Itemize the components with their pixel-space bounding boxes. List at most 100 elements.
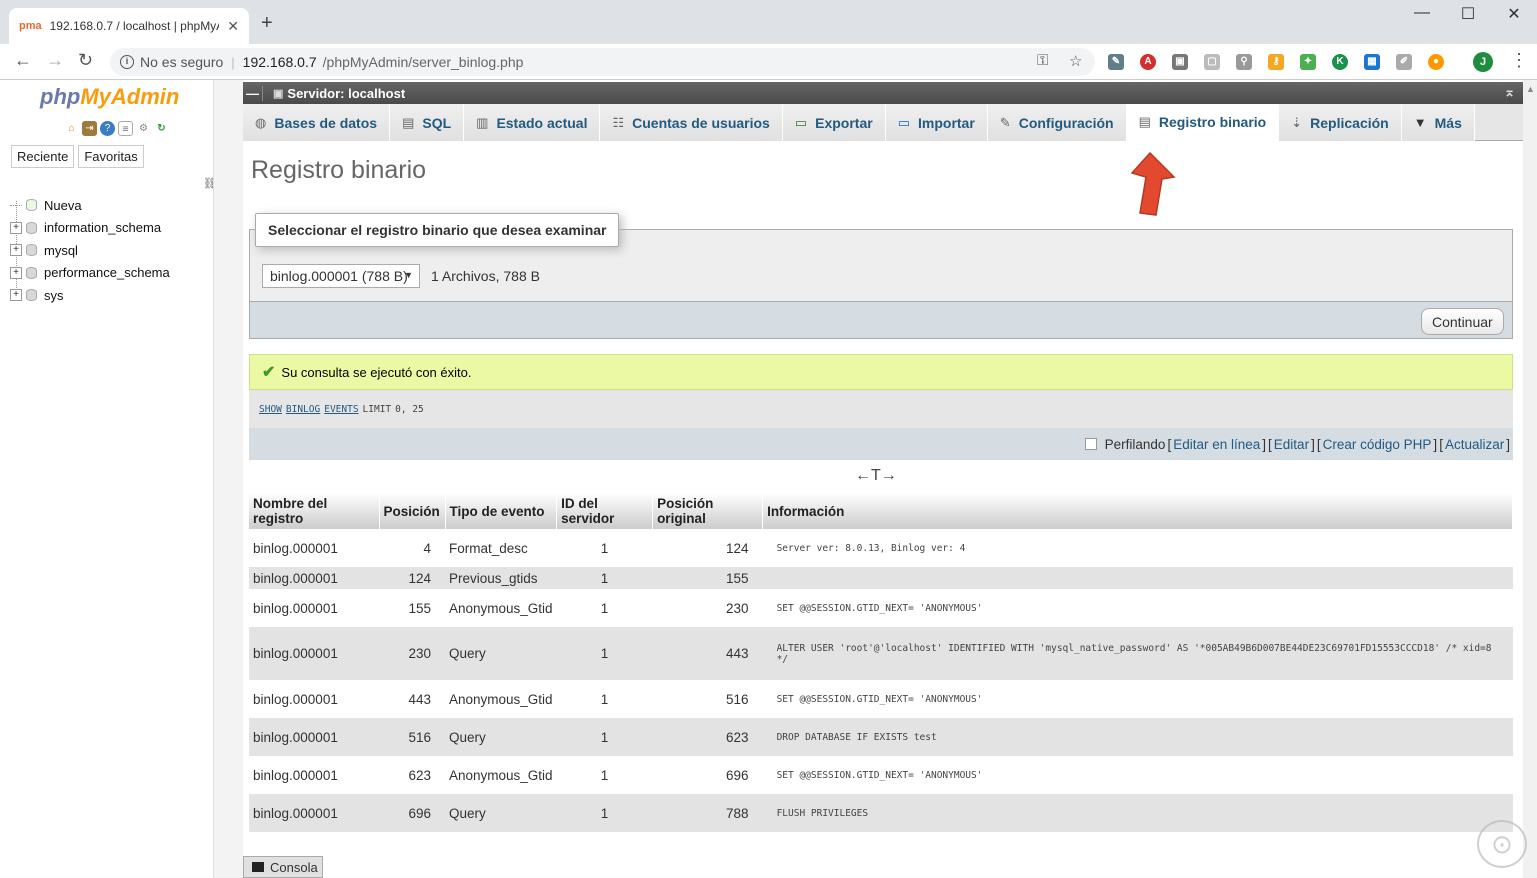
table-header-row: Nombre del registro Posición Tipo de eve… xyxy=(249,493,1513,529)
column-header-server-id[interactable]: ID del servidor xyxy=(556,493,654,529)
sql-keyword-link[interactable]: SHOW xyxy=(259,404,282,415)
reload-nav-icon[interactable]: ↻ xyxy=(154,121,169,136)
info-icon[interactable]: i xyxy=(120,55,134,69)
tab-binary-log[interactable]: ▤ Registro binario xyxy=(1126,104,1280,141)
extension-9-icon[interactable]: ▦ xyxy=(1364,54,1380,70)
cell-position: 230 xyxy=(379,627,445,680)
binlog-select-value: binlog.000001 (788 B) xyxy=(270,268,408,284)
extension-5-icon[interactable]: ⚲ xyxy=(1236,54,1252,70)
cell-log-name: binlog.000001 xyxy=(249,794,379,832)
column-header-event-type[interactable]: Tipo de evento xyxy=(445,493,558,529)
tab-import[interactable]: ▭ Importar xyxy=(885,104,988,141)
tree-item-sys[interactable]: + sys xyxy=(10,284,170,307)
console-toggle[interactable]: Consola xyxy=(243,856,323,878)
binlog-select[interactable]: binlog.000001 (788 B) ▼ xyxy=(262,264,420,288)
tab-replication[interactable]: ⇣ Replicación xyxy=(1279,104,1402,141)
tree-item-information-schema[interactable]: + information_schema xyxy=(10,217,170,240)
column-header-info[interactable]: Información xyxy=(762,493,1513,529)
phpmyadmin-logo[interactable]: phpMyAdmin xyxy=(40,84,179,110)
column-resize-toggle[interactable]: ←T→ xyxy=(855,467,897,485)
maximize-window-button[interactable]: ☐ xyxy=(1445,4,1491,28)
database-tree: Nueva + information_schema + mysql + per… xyxy=(10,194,170,307)
table-row: binlog.000001 623 Anonymous_Gtid 1 696 S… xyxy=(249,756,1513,794)
edit-link[interactable]: Editar xyxy=(1274,437,1309,452)
refresh-link[interactable]: Actualizar xyxy=(1445,437,1504,452)
collapse-nav-button[interactable]: — xyxy=(243,85,263,101)
profiling-checkbox[interactable] xyxy=(1084,438,1097,450)
tab-more[interactable]: ▼ Más xyxy=(1401,104,1475,141)
server-breadcrumb[interactable]: Servidor: localhost xyxy=(287,86,405,101)
profile-avatar[interactable]: J xyxy=(1473,52,1493,72)
tree-item-performance-schema[interactable]: + performance_schema xyxy=(10,262,170,285)
navigation-resizer[interactable] xyxy=(213,80,243,878)
expand-icon[interactable]: + xyxy=(10,221,22,234)
security-indicator[interactable]: No es seguro xyxy=(140,54,223,70)
sql-keyword-link[interactable]: BINLOG xyxy=(286,404,320,415)
close-window-button[interactable]: ✕ xyxy=(1491,4,1537,28)
caret-down-icon: ▼ xyxy=(1413,115,1427,130)
console-label: Consola xyxy=(270,859,318,875)
expand-icon[interactable]: + xyxy=(10,289,22,302)
nav-tab-favorites[interactable]: Favoritas xyxy=(78,145,144,168)
settings-gear-icon[interactable]: ⚙ xyxy=(136,121,151,136)
extension-11-icon[interactable]: ● xyxy=(1428,54,1444,70)
column-header-end-position[interactable]: Posición original xyxy=(652,493,764,529)
bracket-open: [ xyxy=(1316,436,1321,452)
extension-4-icon[interactable]: ▢ xyxy=(1204,54,1220,70)
new-tab-button[interactable]: + xyxy=(261,12,273,35)
tree-item-label[interactable]: performance_schema xyxy=(44,265,170,280)
column-header-position[interactable]: Posición xyxy=(379,493,446,529)
extension-1-icon[interactable]: ✎ xyxy=(1108,54,1124,70)
expand-icon[interactable]: + xyxy=(10,244,22,257)
minimize-window-button[interactable]: — xyxy=(1399,4,1445,28)
back-button[interactable]: ← xyxy=(14,50,32,71)
tab-label: Bases de datos xyxy=(274,114,378,131)
adblock-icon[interactable]: A xyxy=(1140,54,1156,70)
page-scrollbar[interactable]: ▲ xyxy=(1523,80,1537,878)
key-icon[interactable]: ⚿ xyxy=(1037,52,1048,69)
reload-button[interactable]: ↻ xyxy=(78,50,93,71)
tree-item-new[interactable]: Nueva xyxy=(10,194,170,217)
tab-export[interactable]: ▭ Exportar xyxy=(782,104,886,141)
browser-tab[interactable]: pma 192.168.0.7 / localhost | phpMyA ✕ xyxy=(9,8,249,44)
cell-server-id: 1 xyxy=(556,794,653,832)
extension-3-icon[interactable]: ▣ xyxy=(1172,54,1188,70)
tab-databases[interactable]: ◍ Bases de datos xyxy=(243,104,391,141)
extension-7-icon[interactable]: ✦ xyxy=(1300,54,1316,70)
tab-settings[interactable]: ✎ Configuración xyxy=(987,104,1127,141)
tree-item-label[interactable]: sys xyxy=(44,288,64,303)
docs-icon[interactable]: ≡ xyxy=(118,121,133,136)
tree-item-label[interactable]: mysql xyxy=(44,243,78,258)
forward-button[interactable]: → xyxy=(46,50,64,71)
home-icon[interactable]: ⌂ xyxy=(64,121,79,136)
tree-item-mysql[interactable]: + mysql xyxy=(10,239,170,262)
binlog-events-table: Nombre del registro Posición Tipo de eve… xyxy=(249,493,1513,832)
tree-item-label[interactable]: Nueva xyxy=(44,198,82,213)
cell-position: 696 xyxy=(379,794,445,832)
tab-user-accounts[interactable]: ☷ Cuentas de usuarios xyxy=(600,104,783,141)
nav-tab-recent[interactable]: Reciente xyxy=(11,145,75,168)
extension-6-icon[interactable]: ⚷ xyxy=(1268,54,1284,70)
tab-sql[interactable]: ▤ SQL xyxy=(390,104,465,141)
help-icon[interactable]: ? xyxy=(100,121,115,136)
sql-args: 0, 25 xyxy=(395,403,424,415)
scroll-up-icon[interactable]: ▲ xyxy=(1526,84,1535,94)
extension-10-icon[interactable]: ✐ xyxy=(1396,54,1412,70)
tree-item-label[interactable]: information_schema xyxy=(44,220,161,235)
tab-status[interactable]: ▥ Estado actual xyxy=(464,104,601,141)
logout-icon[interactable]: ⇥ xyxy=(82,121,97,136)
bookmark-star-icon[interactable]: ☆ xyxy=(1069,52,1082,70)
expand-icon[interactable]: + xyxy=(10,266,22,279)
column-header-log-name[interactable]: Nombre del registro xyxy=(249,493,380,529)
close-tab-icon[interactable]: ✕ xyxy=(227,18,239,35)
continue-button[interactable]: Continuar xyxy=(1421,308,1504,335)
bracket-close: ] xyxy=(1262,436,1267,452)
maximize-page-icon[interactable]: ⌅ xyxy=(1504,84,1515,100)
create-php-code-link[interactable]: Crear código PHP xyxy=(1323,437,1432,452)
extension-8-icon[interactable]: K xyxy=(1332,54,1348,70)
inline-edit-link[interactable]: Editar en línea xyxy=(1173,437,1260,452)
sql-keyword-link[interactable]: EVENTS xyxy=(324,404,358,415)
address-bar[interactable]: i No es seguro | 192.168.0.7/phpMyAdmin/… xyxy=(110,48,1095,76)
export-icon: ▭ xyxy=(794,114,808,130)
browser-menu-icon[interactable]: ⋮ xyxy=(1510,50,1528,71)
